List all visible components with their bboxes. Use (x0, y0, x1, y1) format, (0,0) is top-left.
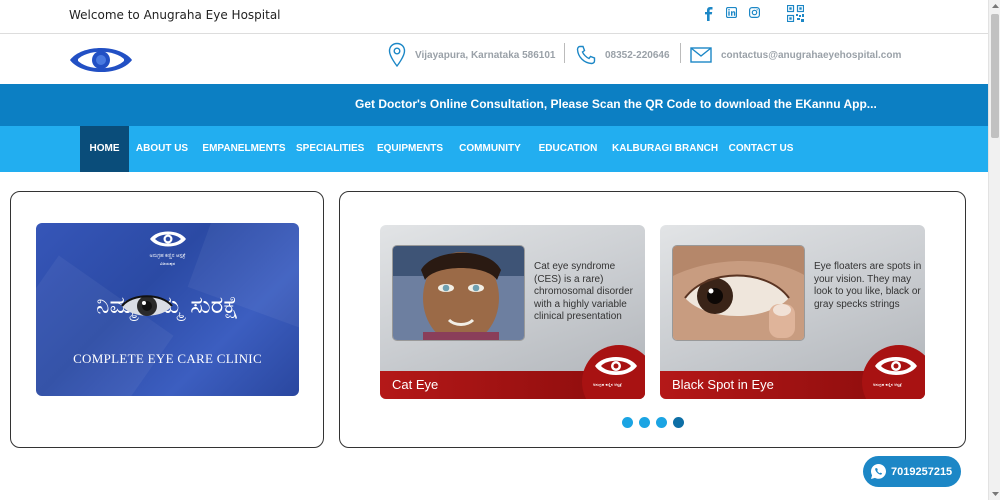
qr-code-icon[interactable] (787, 5, 804, 22)
hospital-badge-logo-icon (595, 357, 637, 375)
consultation-banner: Get Doctor's Online Consultation, Please… (0, 84, 988, 126)
divider (564, 43, 565, 63)
nav-item-community[interactable]: COMMUNITY (456, 126, 524, 172)
nav-item-about-us[interactable]: ABOUT US (134, 126, 190, 172)
slide-cat-eye[interactable]: Cat eye syndrome (CES) is a rare) chromo… (380, 225, 645, 399)
scroll-thumb[interactable] (991, 14, 999, 138)
facebook-icon[interactable] (704, 7, 714, 21)
badge-caption: ಅನುಗ್ರಹ ಕಣ್ಣಿನ ಆಸ್ಪತ್ರೆ (593, 382, 622, 387)
condition-carousel: Cat eye syndrome (CES) is a rare) chromo… (339, 191, 966, 448)
main-nav: HOME ABOUT US EMPANELMENTS SPECIALITIES … (0, 126, 988, 172)
nav-item-kalburagi-branch[interactable]: KALBURAGI BRANCH (612, 126, 718, 172)
eye-illustration-icon (121, 295, 173, 316)
slide-description: Cat eye syndrome (CES) is a rare) chromo… (534, 261, 633, 322)
page-scrollbar[interactable] (988, 0, 1000, 500)
whatsapp-icon (871, 464, 886, 479)
clinic-logo-icon (150, 231, 186, 247)
email-item[interactable]: contactus@anugrahaeyehospital.com (690, 40, 901, 70)
nav-item-home[interactable]: HOME (80, 126, 129, 172)
clinic-panel: ಅನುಗ್ರಹ ಕಣ್ಣಿನ ಆಸ್ಪತ್ರೆ ವಿಜಯಪುರ ನಿಮ್ಮ ನಮ… (10, 191, 324, 448)
carousel-dot-2[interactable] (639, 417, 650, 428)
address-text: Vijayapura, Karnataka 586101 (415, 49, 556, 61)
email-text: contactus@anugrahaeyehospital.com (721, 49, 902, 61)
slide-black-spot[interactable]: Eye floaters are spots in your vision. T… (660, 225, 925, 399)
whatsapp-button[interactable]: 7019257215 (863, 456, 961, 487)
contact-row: Vijayapura, Karnataka 586101 08352-22064… (0, 34, 988, 84)
clinic-subtitle: COMPLETE EYE CARE CLINIC (73, 351, 262, 366)
slide-description: Eye floaters are spots in your vision. T… (814, 261, 922, 310)
carousel-dot-4[interactable] (673, 417, 684, 428)
nav-item-specialities[interactable]: SPECIALITIES (296, 126, 364, 172)
hospital-badge-logo-icon (875, 357, 917, 375)
scroll-up-arrow-icon[interactable] (989, 0, 1000, 12)
hospital-logo[interactable] (68, 42, 134, 78)
clinic-card[interactable]: ಅನುಗ್ರಹ ಕಣ್ಣಿನ ಆಸ್ಪತ್ರೆ ವಿಜಯಪುರ ನಿಮ್ಮ ನಮ… (36, 223, 299, 396)
carousel-dot-3[interactable] (656, 417, 667, 428)
banner-text[interactable]: Get Doctor's Online Consultation, Please… (355, 97, 877, 111)
linkedin-icon[interactable] (726, 7, 737, 18)
carousel-dot-1[interactable] (622, 417, 633, 428)
badge-caption: ಅನುಗ್ರಹ ಕಣ್ಣಿನ ಆಸ್ಪತ್ರೆ (873, 382, 902, 387)
top-bar: Welcome to Anugraha Eye Hospital (0, 0, 988, 34)
welcome-text: Welcome to Anugraha Eye Hospital (69, 8, 281, 22)
email-icon (690, 47, 712, 63)
card-texture (36, 255, 174, 396)
slide-title: Black Spot in Eye (672, 377, 774, 392)
instagram-icon[interactable] (749, 7, 760, 18)
divider (680, 43, 681, 63)
logo-caption: ಅನುಗ್ರಹ ಕಣ್ಣಿನ ಆಸ್ಪತ್ರೆ (149, 253, 186, 259)
address-item: Vijayapura, Karnataka 586101 (388, 40, 555, 70)
whatsapp-number: 7019257215 (891, 465, 953, 478)
phone-text: 08352-220646 (605, 49, 670, 61)
logo-caption-small: ವಿಜಯಪುರ (160, 261, 175, 266)
nav-item-contact-us[interactable]: CONTACT US (726, 126, 796, 172)
nav-item-education[interactable]: EDUCATION (536, 126, 600, 172)
nav-item-equipments[interactable]: EQUIPMENTS (376, 126, 444, 172)
nav-item-empanelments[interactable]: EMPANELMENTS (202, 126, 286, 172)
cat-eye-photo (392, 245, 525, 341)
phone-item[interactable]: 08352-220646 (576, 40, 670, 70)
scroll-down-arrow-icon[interactable] (989, 488, 1000, 500)
slide-title: Cat Eye (392, 377, 439, 392)
page: Welcome to Anugraha Eye Hospital Vijayap… (0, 0, 1000, 500)
phone-icon (576, 45, 596, 65)
location-pin-icon (388, 42, 406, 68)
black-spot-photo (672, 245, 805, 341)
carousel-dots (622, 417, 690, 428)
